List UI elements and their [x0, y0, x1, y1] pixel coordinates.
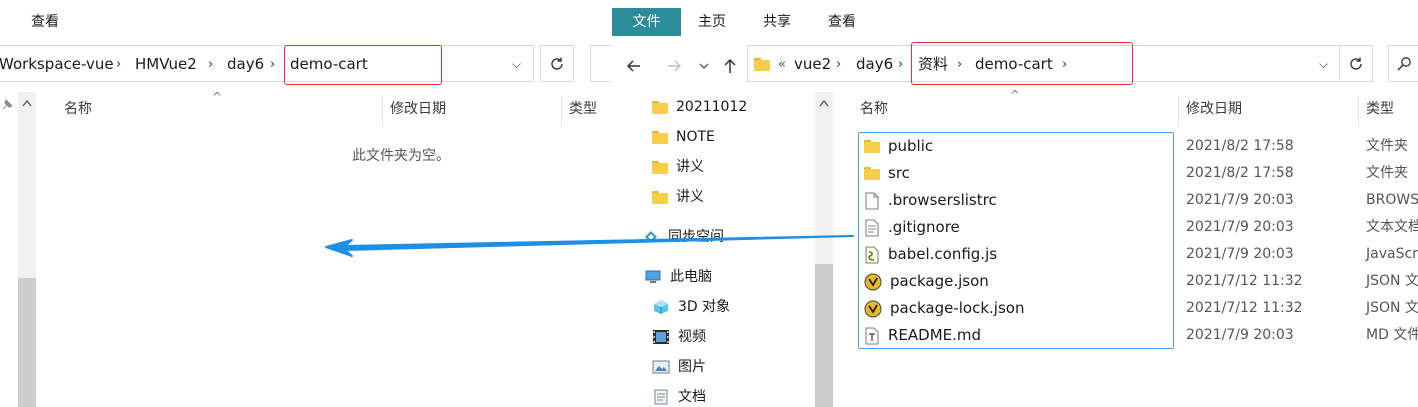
left-ribbon: 查看: [0, 0, 612, 40]
tab-view[interactable]: 查看: [828, 8, 856, 36]
json-file-icon: [864, 273, 882, 290]
file-row-browserslistrc[interactable]: .browserslistrc 2021/7/9 20:03 BROWS: [612, 187, 1418, 214]
left-nav-scrollbar[interactable]: [18, 92, 36, 407]
chevron-right-icon[interactable]: ›: [270, 46, 275, 83]
nav-item-documents[interactable]: 文档: [652, 382, 706, 407]
folder-icon: [864, 140, 880, 153]
highlight-box: [284, 45, 442, 85]
right-ribbon: 文件 主页 共享 查看: [612, 0, 1418, 40]
search-box[interactable]: [590, 45, 612, 82]
column-separator[interactable]: [382, 96, 383, 126]
column-separator[interactable]: [561, 96, 562, 126]
chevron-right-icon[interactable]: ›: [898, 46, 903, 83]
folder-icon: [652, 100, 668, 114]
left-address-row: Workspace-vue › HMVue2 › day6 › demo-car…: [0, 40, 612, 88]
file-row-package-json[interactable]: package.json 2021/7/12 11:32 JSON 文: [612, 268, 1418, 295]
tab-view[interactable]: 查看: [31, 8, 59, 36]
sort-up-icon: ^: [212, 90, 223, 104]
file-row-readme[interactable]: README.md 2021/7/9 20:03 MD 文件: [612, 322, 1418, 349]
chevron-right-icon[interactable]: ›: [836, 46, 841, 83]
crumb-vue2[interactable]: vue2: [794, 46, 831, 83]
file-row-public[interactable]: public 2021/8/2 17:58 文件夹: [612, 133, 1418, 160]
refresh-icon: [1350, 57, 1362, 70]
tab-file[interactable]: 文件: [612, 8, 681, 36]
search-box[interactable]: [1388, 45, 1418, 82]
crumb-day6[interactable]: day6: [856, 46, 893, 83]
tab-home[interactable]: 主页: [698, 8, 726, 36]
back-arrow-icon[interactable]: [624, 56, 644, 76]
highlight-box: [911, 42, 1133, 85]
overflow-chevron-icon[interactable]: «: [778, 46, 786, 83]
chevron-down-icon[interactable]: ⌵: [512, 46, 521, 83]
refresh-button[interactable]: [1339, 45, 1373, 82]
column-type[interactable]: 类型: [569, 90, 597, 128]
right-address-row: « vue2 › day6 › 资料 › demo-cart › ⌵: [612, 40, 1418, 88]
column-date-modified[interactable]: 修改日期: [1186, 90, 1242, 128]
left-address-bar[interactable]: Workspace-vue › HMVue2 › day6 › demo-car…: [0, 45, 534, 82]
pictures-icon: [652, 360, 670, 374]
column-date-modified[interactable]: 修改日期: [390, 90, 446, 128]
json-file-icon: [864, 300, 882, 317]
folder-icon: [864, 167, 880, 180]
chevron-down-icon[interactable]: ⌵: [1319, 46, 1328, 83]
file-row-gitignore[interactable]: .gitignore 2021/7/9 20:03 文本文档: [612, 214, 1418, 241]
empty-folder-message: 此文件夹为空。: [352, 148, 450, 164]
column-name[interactable]: 名称: [860, 90, 888, 128]
left-nav-scroll-thumb[interactable]: [18, 278, 36, 407]
markdown-file-icon: [865, 327, 879, 344]
folder-icon: [754, 58, 770, 71]
blank-file-icon: [865, 192, 879, 209]
recent-locations-chevron-icon[interactable]: [698, 60, 710, 72]
column-separator[interactable]: [1358, 96, 1359, 126]
chevron-right-icon[interactable]: ›: [116, 46, 121, 83]
file-row-src[interactable]: src 2021/8/2 17:58 文件夹: [612, 160, 1418, 187]
column-type[interactable]: 类型: [1366, 90, 1394, 128]
refresh-button[interactable]: [540, 45, 574, 82]
documents-icon: [654, 389, 668, 405]
crumb-hmvue2[interactable]: HMVue2: [135, 46, 197, 83]
refresh-icon: [551, 57, 563, 70]
forward-arrow-icon[interactable]: [664, 56, 684, 76]
text-file-icon: [865, 219, 879, 236]
pin-icon: [0, 98, 14, 112]
nav-item-20211012[interactable]: 20211012: [652, 92, 747, 122]
js-file-icon: [865, 246, 879, 263]
nav-item-pictures[interactable]: 图片: [652, 352, 706, 382]
left-explorer-window: 查看 Workspace-vue › HMVue2 › day6 › demo-…: [0, 0, 612, 407]
scroll-up-icon[interactable]: [815, 96, 833, 110]
chevron-right-icon[interactable]: ›: [208, 46, 213, 83]
column-separator[interactable]: [1178, 96, 1179, 126]
up-arrow-icon[interactable]: [720, 56, 740, 76]
search-icon: [1397, 56, 1411, 70]
right-explorer-window: 文件 主页 共享 查看 « vue2 › day6 › 资料 › demo-ca…: [612, 0, 1418, 407]
file-row-babel-config[interactable]: babel.config.js 2021/7/9 20:03 JavaScr: [612, 241, 1418, 268]
scroll-up-icon[interactable]: [18, 96, 36, 110]
tab-share[interactable]: 共享: [763, 8, 791, 36]
sort-up-icon: ^: [1010, 88, 1021, 102]
crumb-workspace-vue[interactable]: Workspace-vue: [0, 46, 114, 83]
file-row-package-lock-json[interactable]: package-lock.json 2021/7/12 11:32 JSON 文: [612, 295, 1418, 322]
column-name[interactable]: 名称: [64, 90, 92, 128]
crumb-day6[interactable]: day6: [227, 46, 264, 83]
